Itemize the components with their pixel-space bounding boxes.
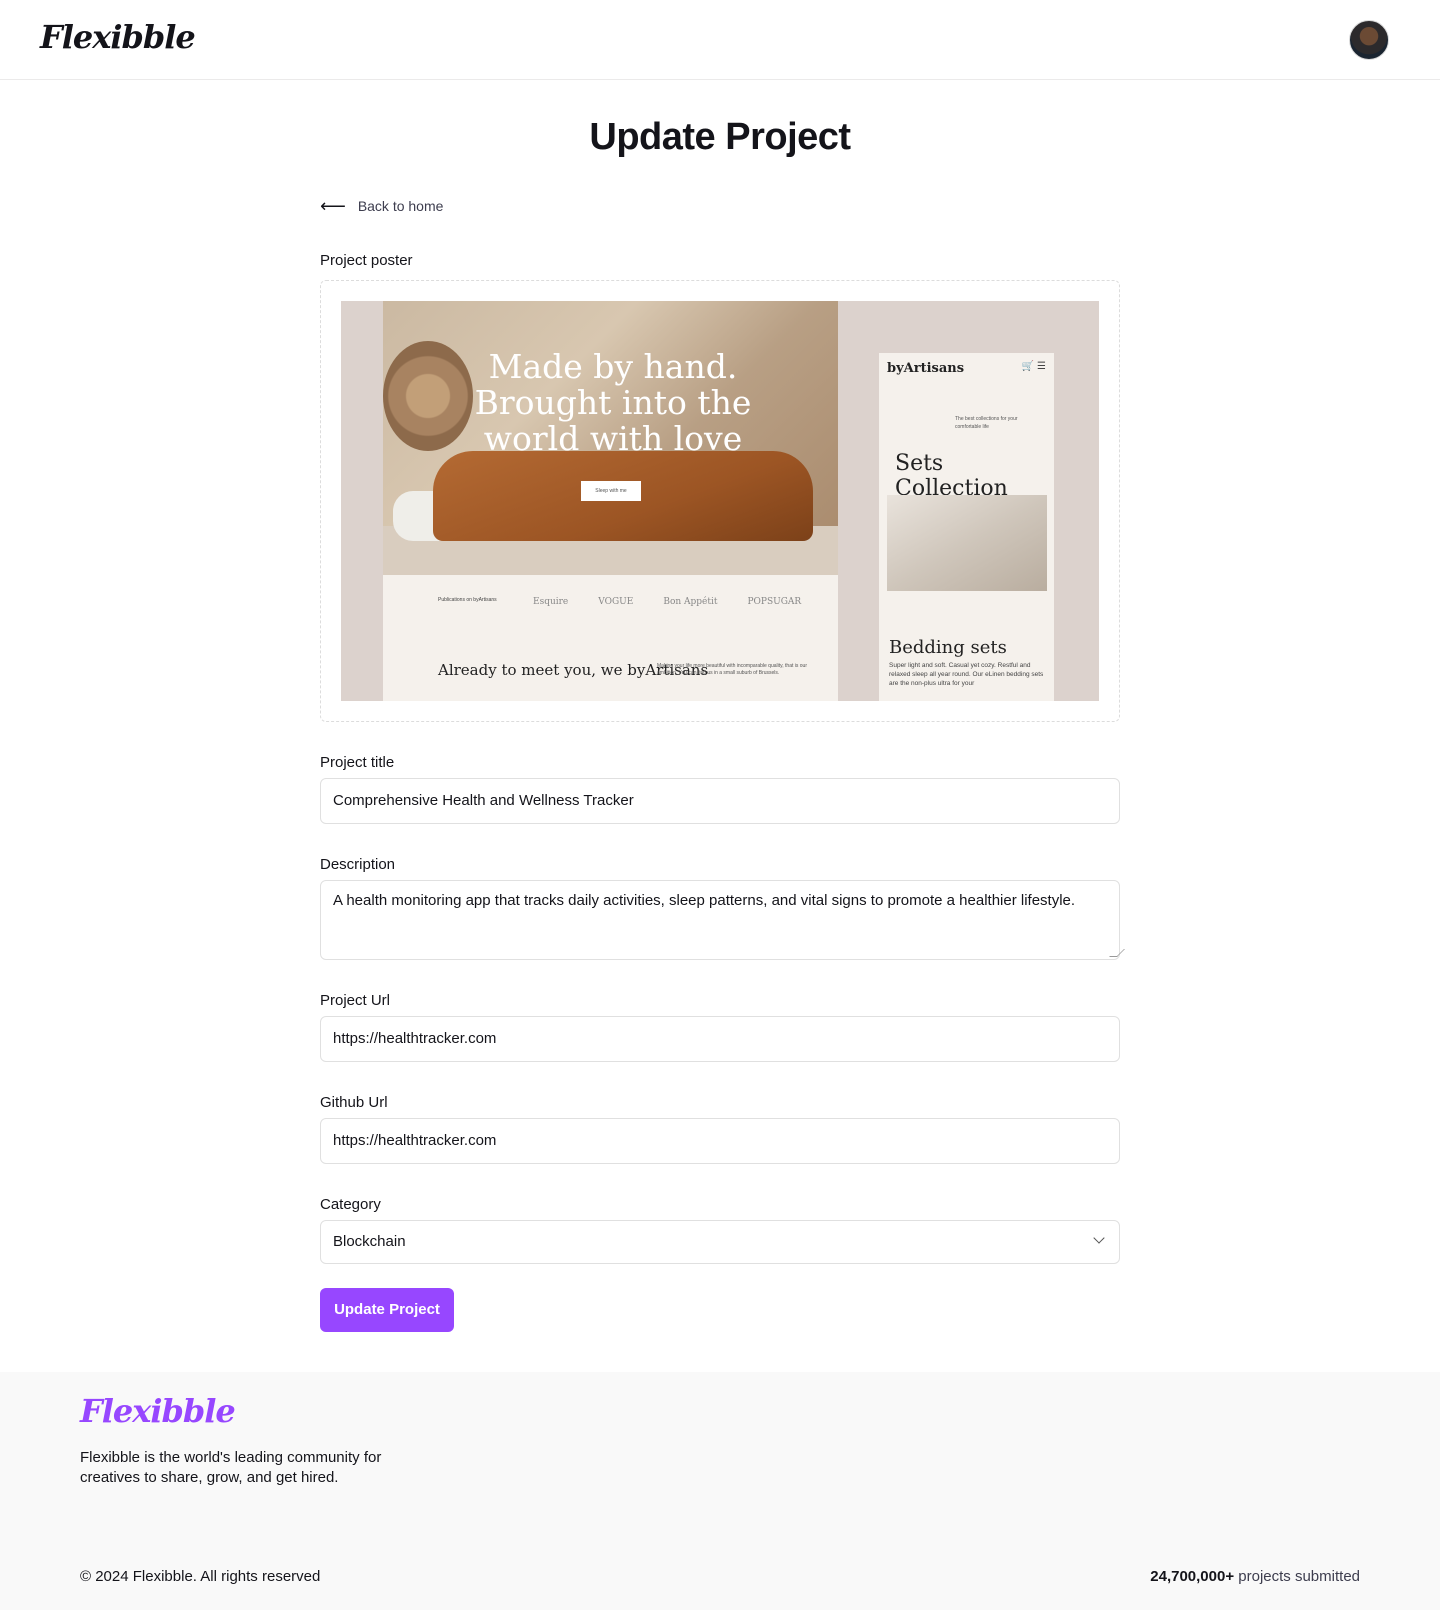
title-label: Project title	[320, 754, 395, 771]
poster-publications: Publications on byArtisans	[438, 597, 497, 603]
poster-mobile-photo	[887, 495, 1047, 591]
description-label: Description	[320, 856, 396, 873]
poster-hero: Made by hand. Brought into the world wit…	[383, 301, 838, 575]
copyright: © 2024 Flexibble. All rights reserved	[80, 1568, 321, 1585]
category-value: Blockchain	[333, 1233, 406, 1250]
stats-label: projects submitted	[1234, 1568, 1360, 1585]
back-to-home-link[interactable]: ⟵ Back to home	[320, 196, 444, 216]
poster-mobile-subheading: Bedding sets	[889, 637, 1007, 658]
poster-mobile-desc: Super light and soft. Casual yet cozy. R…	[889, 662, 1044, 687]
poster-meet-small: Making your life more beautiful with inc…	[657, 663, 807, 676]
poster-image: Made by hand. Brought into the world wit…	[341, 301, 1099, 701]
avatar[interactable]	[1349, 20, 1389, 60]
footer-logo: Flexibble	[80, 1392, 236, 1430]
poster-upload[interactable]: Made by hand. Brought into the world wit…	[320, 280, 1120, 722]
project-url-input[interactable]: https://healthtracker.com	[320, 1016, 1120, 1062]
github-url-label: Github Url	[320, 1094, 388, 1111]
stats-count: 24,700,000+	[1150, 1568, 1235, 1585]
category-label: Category	[320, 1196, 381, 1213]
description-textarea[interactable]: A health monitoring app that tracks dail…	[320, 880, 1125, 960]
title-input[interactable]: Comprehensive Health and Wellness Tracke…	[320, 778, 1120, 824]
poster-mobile-brand: byArtisans	[887, 361, 965, 376]
poster-mobile-heading: Sets Collection	[895, 451, 1008, 501]
poster-mobile-tagline: The best collections for your comfortabl…	[955, 416, 1018, 430]
projects-stats: 24,700,000+ projects submitted	[1150, 1568, 1360, 1585]
poster-hero-text: Made by hand. Brought into the world wit…	[474, 347, 752, 458]
logo[interactable]: Flexibble	[40, 18, 196, 56]
page-title: Update Project	[589, 116, 851, 158]
chevron-down-icon	[1093, 1232, 1105, 1244]
category-select[interactable]: Blockchain	[320, 1220, 1120, 1264]
back-link-label: Back to home	[357, 198, 444, 214]
poster-hero-button: Sleep with me	[581, 481, 641, 501]
update-project-button[interactable]: Update Project	[320, 1288, 454, 1332]
arrow-left-icon: ⟵	[320, 196, 346, 216]
poster-mobile-mockup: byArtisans 🛒 ☰ The best collections for …	[879, 353, 1054, 701]
project-url-label: Project Url	[320, 992, 391, 1009]
github-url-input[interactable]: https://healthtracker.com	[320, 1118, 1120, 1164]
description-value: A health monitoring app that tracks dail…	[333, 892, 1076, 909]
poster-label: Project poster	[320, 252, 413, 269]
navbar: Flexibble	[0, 0, 1440, 80]
poster-brands: Esquire VOGUE Bon Appétit POPSUGAR	[533, 597, 802, 607]
resize-handle-icon[interactable]	[1109, 949, 1125, 957]
footer-description: Flexibble is the world's leading communi…	[80, 1449, 382, 1486]
poster-desktop-mockup: Made by hand. Brought into the world wit…	[383, 301, 838, 701]
cart-icon: 🛒 ☰	[1021, 361, 1046, 372]
footer: Flexibble Flexibble is the world's leadi…	[0, 1372, 1440, 1610]
